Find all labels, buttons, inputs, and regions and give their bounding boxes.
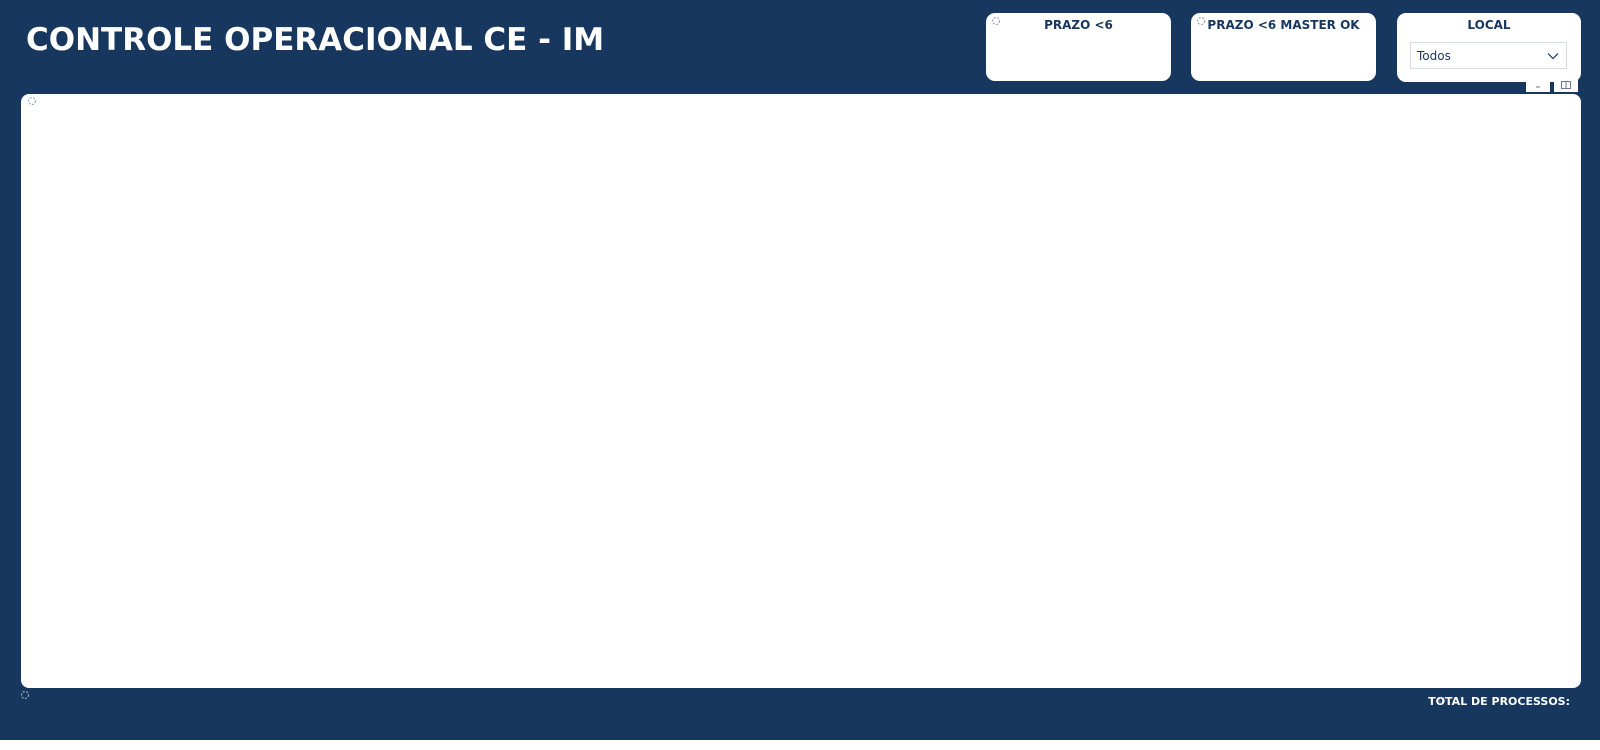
card-prazo[interactable]: PRAZO <6 (986, 13, 1171, 81)
visual-toolbar (1526, 78, 1578, 92)
card-prazo-master-title: PRAZO <6 MASTER OK (1207, 18, 1360, 32)
report-canvas: CONTROLE OPERACIONAL CE - IM PRAZO <6 PR… (0, 0, 1600, 740)
card-prazo-master[interactable]: PRAZO <6 MASTER OK (1191, 13, 1376, 81)
main-visual-panel[interactable] (21, 94, 1581, 688)
local-dropdown-value: Todos (1417, 49, 1451, 63)
chevron-down-icon[interactable] (1546, 49, 1560, 63)
local-dropdown[interactable]: Todos (1410, 42, 1567, 69)
page-title: CONTROLE OPERACIONAL CE - IM (26, 22, 605, 58)
local-slicer-title: LOCAL (1467, 18, 1511, 32)
loading-spinner-icon (20, 690, 30, 700)
focus-mode-icon (1536, 86, 1540, 88)
local-slicer: LOCAL Todos (1397, 13, 1581, 82)
more-options-icon (1561, 81, 1571, 89)
loading-spinner-icon (27, 96, 37, 106)
total-processos-label: TOTAL DE PROCESSOS: (1428, 695, 1570, 708)
focus-mode-button[interactable] (1526, 78, 1550, 92)
more-options-button[interactable] (1554, 78, 1578, 92)
card-prazo-title: PRAZO <6 (1044, 18, 1113, 32)
